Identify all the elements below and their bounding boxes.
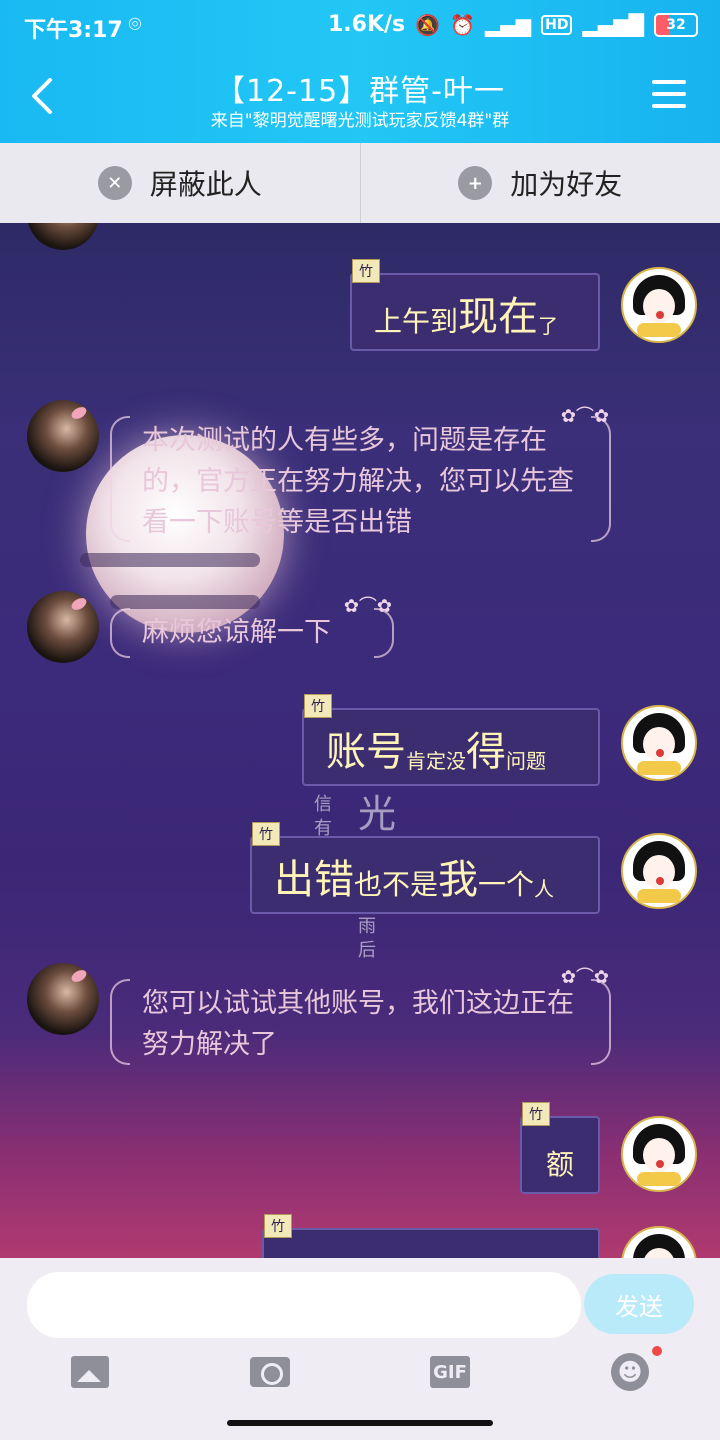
role-badge: 竹 bbox=[352, 259, 380, 283]
menu-icon[interactable] bbox=[652, 80, 686, 108]
message-bubble-other[interactable]: 麻烦您谅解一下 ✿⌒✿ bbox=[108, 596, 396, 658]
status-right: 1.6K/s 🔕 ⏰ ▂▄▆ HD ▂▄▆█ 32 bbox=[328, 12, 698, 37]
cloud-decoration bbox=[110, 595, 260, 609]
sender-avatar[interactable] bbox=[27, 223, 99, 250]
add-friend-label: 加为好友 bbox=[510, 168, 623, 201]
message-bubble-self[interactable]: 竹 上午到 现在了 bbox=[350, 259, 600, 351]
add-friend-button[interactable]: + 加为好友 bbox=[359, 143, 720, 223]
message-text: 问题 bbox=[506, 749, 546, 773]
image-icon bbox=[71, 1356, 109, 1388]
status-bar: 下午3:17 ◎ 1.6K/s 🔕 ⏰ ▂▄▆ HD ▂▄▆█ 32 bbox=[0, 0, 720, 52]
toolbar: GIF ☻ bbox=[0, 1346, 720, 1400]
message-bubble-self[interactable]: 竹 额 bbox=[520, 1102, 600, 1194]
send-button[interactable]: 发送 bbox=[584, 1274, 694, 1334]
message-text: 麻烦您谅解一下 bbox=[142, 617, 331, 648]
message-bubble-self[interactable]: 竹 账号 肯定没得问题 bbox=[302, 694, 600, 786]
self-avatar[interactable] bbox=[621, 705, 697, 781]
message-text: 一个 bbox=[478, 868, 535, 901]
home-indicator[interactable] bbox=[227, 1420, 493, 1426]
3g-signal-icon: ▂▄▆ bbox=[484, 12, 532, 37]
message-text: 您可以试试其他账号，我们这边正在努力解决了 bbox=[142, 988, 574, 1060]
gif-button[interactable]: GIF bbox=[428, 1350, 472, 1394]
page-title: 【12-15】群管-叶一 bbox=[215, 74, 505, 109]
self-avatar[interactable] bbox=[621, 1226, 697, 1258]
message-bubble-other[interactable]: 您可以试试其他账号，我们这边正在努力解决了 ✿⌒✿ bbox=[108, 967, 613, 1065]
gif-icon: GIF bbox=[430, 1356, 470, 1388]
message-text: 上午到 bbox=[374, 305, 459, 338]
message-text: 得 bbox=[466, 729, 506, 775]
message-text: 了 bbox=[538, 314, 559, 338]
poster-col-3: 雨 后 bbox=[358, 916, 376, 961]
message-text: 账号 bbox=[326, 729, 406, 775]
network-speed: 1.6K/s bbox=[328, 12, 406, 37]
message-bubble-other[interactable]: 本次测试的人有些多，问题是存在的，官方正在努力解决，您可以先查看一下账号等是否出… bbox=[108, 406, 613, 542]
notification-dot bbox=[652, 1346, 662, 1356]
bow-decoration: ✿⌒✿ bbox=[560, 406, 609, 427]
message-text: 人 bbox=[534, 877, 555, 901]
block-user-label: 屏蔽此人 bbox=[149, 168, 262, 201]
battery-icon: 32 bbox=[654, 12, 698, 37]
message-text: 现在 bbox=[458, 294, 539, 340]
self-avatar[interactable] bbox=[621, 1116, 697, 1192]
block-icon: ✕ bbox=[97, 166, 132, 200]
chevron-left-icon[interactable] bbox=[24, 76, 60, 116]
camera-icon bbox=[250, 1357, 290, 1387]
action-bar: ✕ 屏蔽此人 + 加为好友 bbox=[0, 143, 720, 223]
page-subtitle: 来自"黎明觉醒曙光测试玩家反馈4群"群 bbox=[210, 111, 510, 131]
poster-col-2: 光 bbox=[358, 792, 397, 836]
hd-icon: HD bbox=[541, 14, 573, 35]
battery-level: 32 bbox=[666, 16, 686, 33]
message-bubble-self[interactable]: 竹 bbox=[262, 1214, 600, 1258]
notification-icon: ◎ bbox=[128, 13, 142, 32]
bow-decoration: ✿⌒✿ bbox=[560, 967, 609, 988]
camera-button[interactable] bbox=[248, 1350, 292, 1394]
sender-avatar[interactable] bbox=[27, 963, 99, 1035]
message-text: 肯定没 bbox=[406, 749, 466, 773]
add-user-icon: + bbox=[458, 166, 493, 200]
emoji-button[interactable]: ☻ bbox=[608, 1350, 652, 1394]
message-input[interactable] bbox=[27, 1272, 581, 1338]
role-badge: 竹 bbox=[264, 1214, 292, 1238]
block-user-button[interactable]: ✕ 屏蔽此人 bbox=[0, 143, 360, 223]
image-button[interactable] bbox=[68, 1350, 112, 1394]
cloud-decoration bbox=[80, 553, 260, 567]
sender-avatar[interactable] bbox=[27, 591, 99, 663]
smile-icon: ☻ bbox=[611, 1353, 649, 1391]
chat-area[interactable]: 信 有 光 雨 后 竹 上午到 现在了 本次测试的人有些多，问题是存在的，官方正在… bbox=[0, 223, 720, 1258]
role-badge: 竹 bbox=[522, 1102, 550, 1126]
4g-signal-icon: ▂▄▆█ bbox=[582, 12, 644, 37]
role-badge: 竹 bbox=[304, 694, 332, 718]
input-bar: 发送 GIF ☻ bbox=[0, 1258, 720, 1440]
sender-avatar[interactable] bbox=[27, 400, 99, 472]
message-bubble-self[interactable]: 竹 出错 也不是我一个人 bbox=[250, 822, 600, 914]
status-time: 下午3:17 bbox=[24, 18, 123, 43]
self-avatar[interactable] bbox=[621, 267, 697, 343]
message-text: 我 bbox=[438, 857, 479, 903]
alarm-icon: ⏰ bbox=[450, 12, 475, 37]
bow-decoration: ✿⌒✿ bbox=[343, 596, 392, 617]
poster-col-1: 信 有 bbox=[314, 794, 332, 839]
self-avatar[interactable] bbox=[621, 833, 697, 909]
mute-icon: 🔕 bbox=[415, 12, 441, 37]
message-text: 额 bbox=[545, 1148, 574, 1181]
top-bar: 下午3:17 ◎ 1.6K/s 🔕 ⏰ ▂▄▆ HD ▂▄▆█ 32 【12-1… bbox=[0, 0, 720, 143]
role-badge: 竹 bbox=[252, 822, 280, 846]
message-text: 出错 bbox=[274, 857, 354, 903]
message-text: 也不是 bbox=[354, 868, 439, 901]
message-text: 本次测试的人有些多，问题是存在的，官方正在努力解决，您可以先查看一下账号等是否出… bbox=[142, 425, 574, 538]
